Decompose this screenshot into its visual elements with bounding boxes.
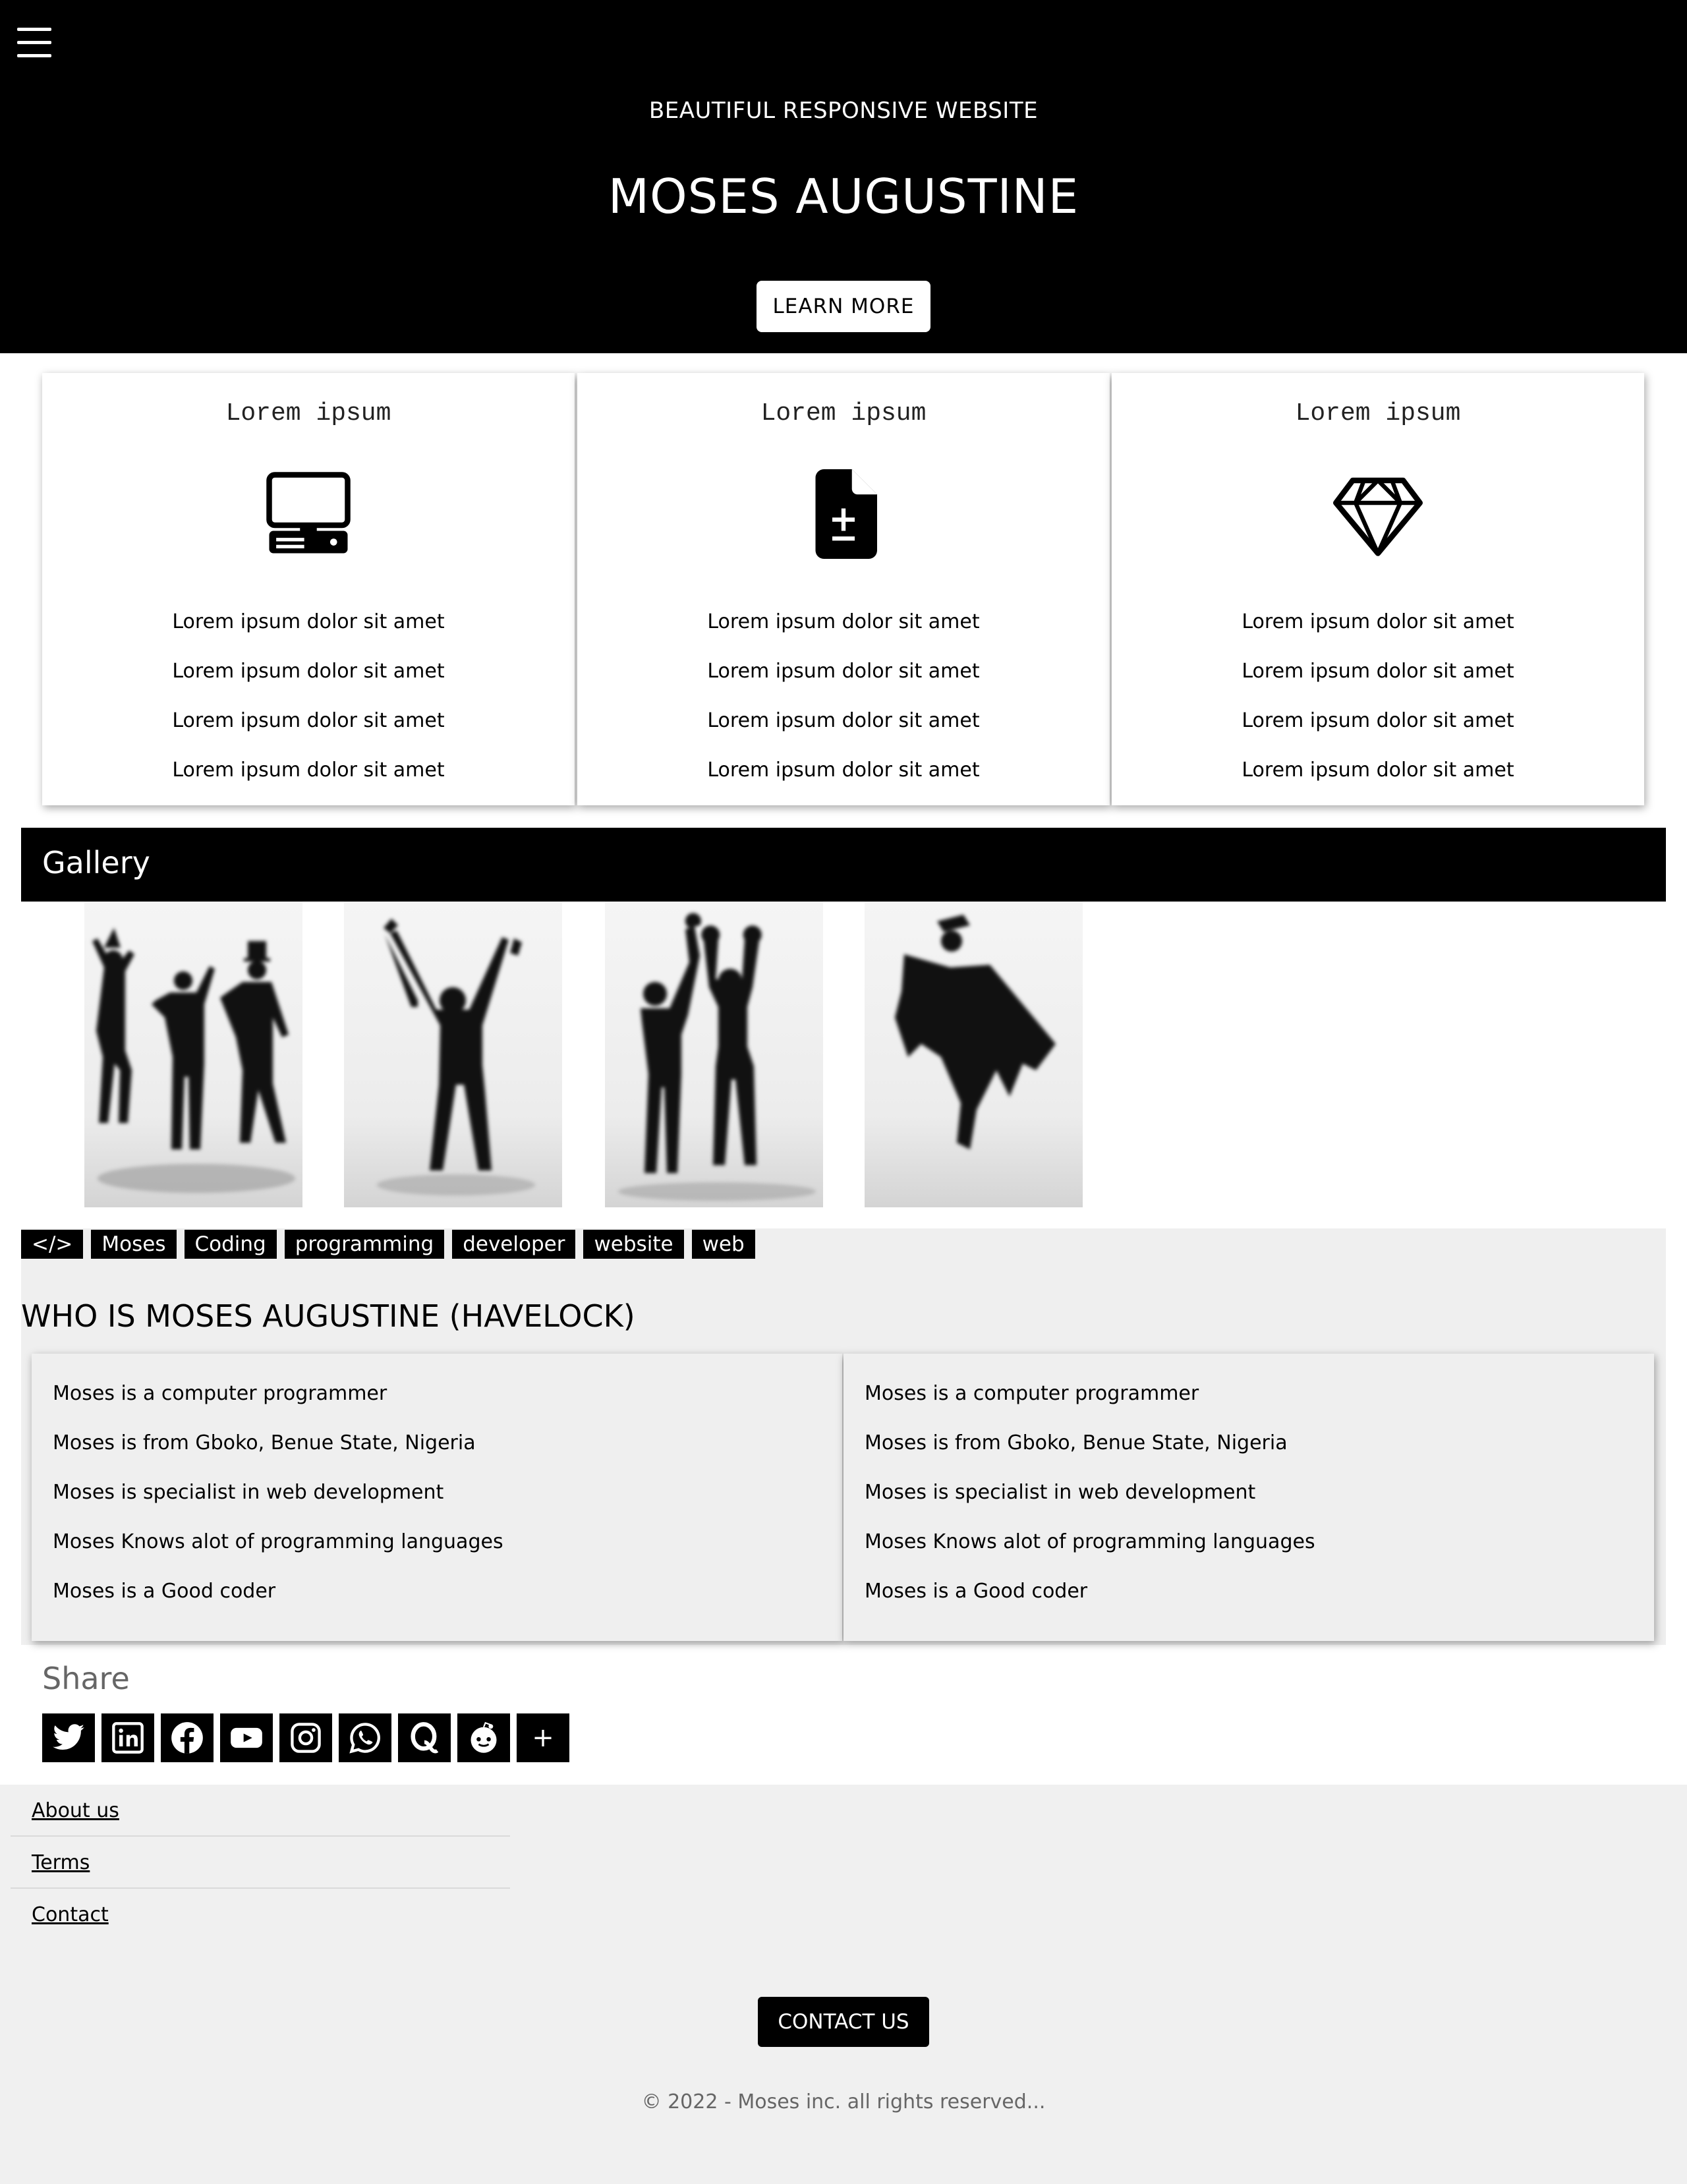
hero-banner: BEAUTIFUL RESPONSIVE WEBSITE MOSES AUGUS… — [0, 0, 1687, 353]
youtube-icon[interactable] — [220, 1713, 273, 1762]
share-buttons: + — [42, 1713, 569, 1762]
card-text-line: Lorem ipsum dolor sit amet — [1242, 709, 1514, 732]
card-title: Lorem ipsum — [225, 399, 391, 428]
tag-website[interactable]: website — [583, 1230, 684, 1259]
gallery-header: Gallery — [21, 828, 1666, 902]
card-text-line: Lorem ipsum dolor sit amet — [172, 610, 445, 633]
card-text-line: Lorem ipsum dolor sit amet — [172, 660, 445, 683]
feature-card-diamond: Lorem ipsum Lorem ipsum dolor sit amet L… — [1112, 373, 1644, 805]
facebook-icon[interactable] — [161, 1713, 214, 1762]
about-fact: Moses Knows alot of programming language… — [53, 1530, 503, 1553]
card-text-line: Lorem ipsum dolor sit amet — [707, 660, 980, 683]
feature-card-computer: Lorem ipsum Lorem ipsum dolor sit amet L… — [42, 373, 575, 805]
plus-label: + — [532, 1723, 554, 1753]
gallery-photo-celebrating-group[interactable] — [84, 902, 302, 1207]
about-card-right: Moses is a computer programmer Moses is … — [844, 1354, 1654, 1641]
about-fact: Moses is a computer programmer — [865, 1382, 1199, 1405]
linkedin-icon[interactable] — [101, 1713, 154, 1762]
card-title: Lorem ipsum — [1295, 399, 1461, 428]
whatsapp-icon[interactable] — [339, 1713, 391, 1762]
plus-icon[interactable]: + — [517, 1713, 569, 1762]
card-text-line: Lorem ipsum dolor sit amet — [1242, 610, 1514, 633]
card-text-line: Lorem ipsum dolor sit amet — [1242, 660, 1514, 683]
tag-code[interactable]: </> — [21, 1230, 84, 1259]
footer-link-contact[interactable]: Contact — [11, 1889, 510, 1941]
about-fact: Moses is from Gboko, Benue State, Nigeri… — [865, 1431, 1288, 1454]
card-text-line: Lorem ipsum dolor sit amet — [172, 709, 445, 732]
tag-web[interactable]: web — [691, 1230, 755, 1259]
share-label: Share — [42, 1661, 130, 1696]
instagram-icon[interactable] — [279, 1713, 332, 1762]
about-fact: Moses is from Gboko, Benue State, Nigeri… — [53, 1431, 476, 1454]
desktop-computer-icon — [266, 472, 351, 554]
card-text-line: Lorem ipsum dolor sit amet — [707, 759, 980, 782]
twitter-icon[interactable] — [42, 1713, 95, 1762]
learn-more-button[interactable]: LEARN MORE — [757, 281, 930, 332]
gallery-photo-trophy-raise[interactable] — [344, 902, 562, 1207]
about-fact: Moses Knows alot of programming language… — [865, 1530, 1315, 1553]
footer: About us Terms Contact CONTACT US © 2022… — [0, 1785, 1687, 2184]
card-text-line: Lorem ipsum dolor sit amet — [1242, 759, 1514, 782]
about-heading: WHO IS MOSES AUGUSTINE (HAVELOCK) — [21, 1298, 635, 1334]
about-fact: Moses is a Good coder — [53, 1580, 276, 1603]
gallery-photo-boxers-victory[interactable] — [605, 902, 823, 1207]
file-plus-minus-icon — [815, 469, 877, 559]
hero-title: MOSES AUGUSTINE — [608, 169, 1079, 224]
card-title: Lorem ipsum — [760, 399, 927, 428]
footer-nav: About us Terms Contact — [11, 1785, 510, 1941]
about-fact: Moses is a computer programmer — [53, 1382, 387, 1405]
diamond-icon — [1333, 477, 1423, 556]
tag-moses[interactable]: Moses — [91, 1230, 177, 1259]
card-text-line: Lorem ipsum dolor sit amet — [707, 610, 980, 633]
about-card-left: Moses is a computer programmer Moses is … — [32, 1354, 842, 1641]
footer-link-about[interactable]: About us — [11, 1785, 510, 1837]
tag-programming[interactable]: programming — [284, 1230, 445, 1259]
card-text-line: Lorem ipsum dolor sit amet — [707, 709, 980, 732]
about-fact: Moses is specialist in web development — [53, 1481, 444, 1504]
tag-list: </> Moses Coding programming developer w… — [21, 1230, 755, 1259]
tag-coding[interactable]: Coding — [184, 1230, 277, 1259]
copyright-text: © 2022 - Moses inc. all rights reserved.… — [641, 2090, 1046, 2113]
hero-subtitle: BEAUTIFUL RESPONSIVE WEBSITE — [648, 98, 1039, 124]
feature-card-file: Lorem ipsum Lorem ipsum dolor sit amet L… — [577, 373, 1110, 805]
gallery-title: Gallery — [42, 845, 150, 880]
card-text-line: Lorem ipsum dolor sit amet — [172, 759, 445, 782]
about-fact: Moses is specialist in web development — [865, 1481, 1256, 1504]
quora-icon[interactable] — [398, 1713, 451, 1762]
gallery-photo-graduate-jump[interactable] — [865, 902, 1083, 1207]
footer-link-terms[interactable]: Terms — [11, 1837, 510, 1889]
reddit-icon[interactable] — [457, 1713, 510, 1762]
hamburger-icon[interactable] — [17, 28, 51, 58]
about-fact: Moses is a Good coder — [865, 1580, 1088, 1603]
contact-us-button[interactable]: CONTACT US — [758, 1997, 929, 2047]
tag-developer[interactable]: developer — [452, 1230, 576, 1259]
